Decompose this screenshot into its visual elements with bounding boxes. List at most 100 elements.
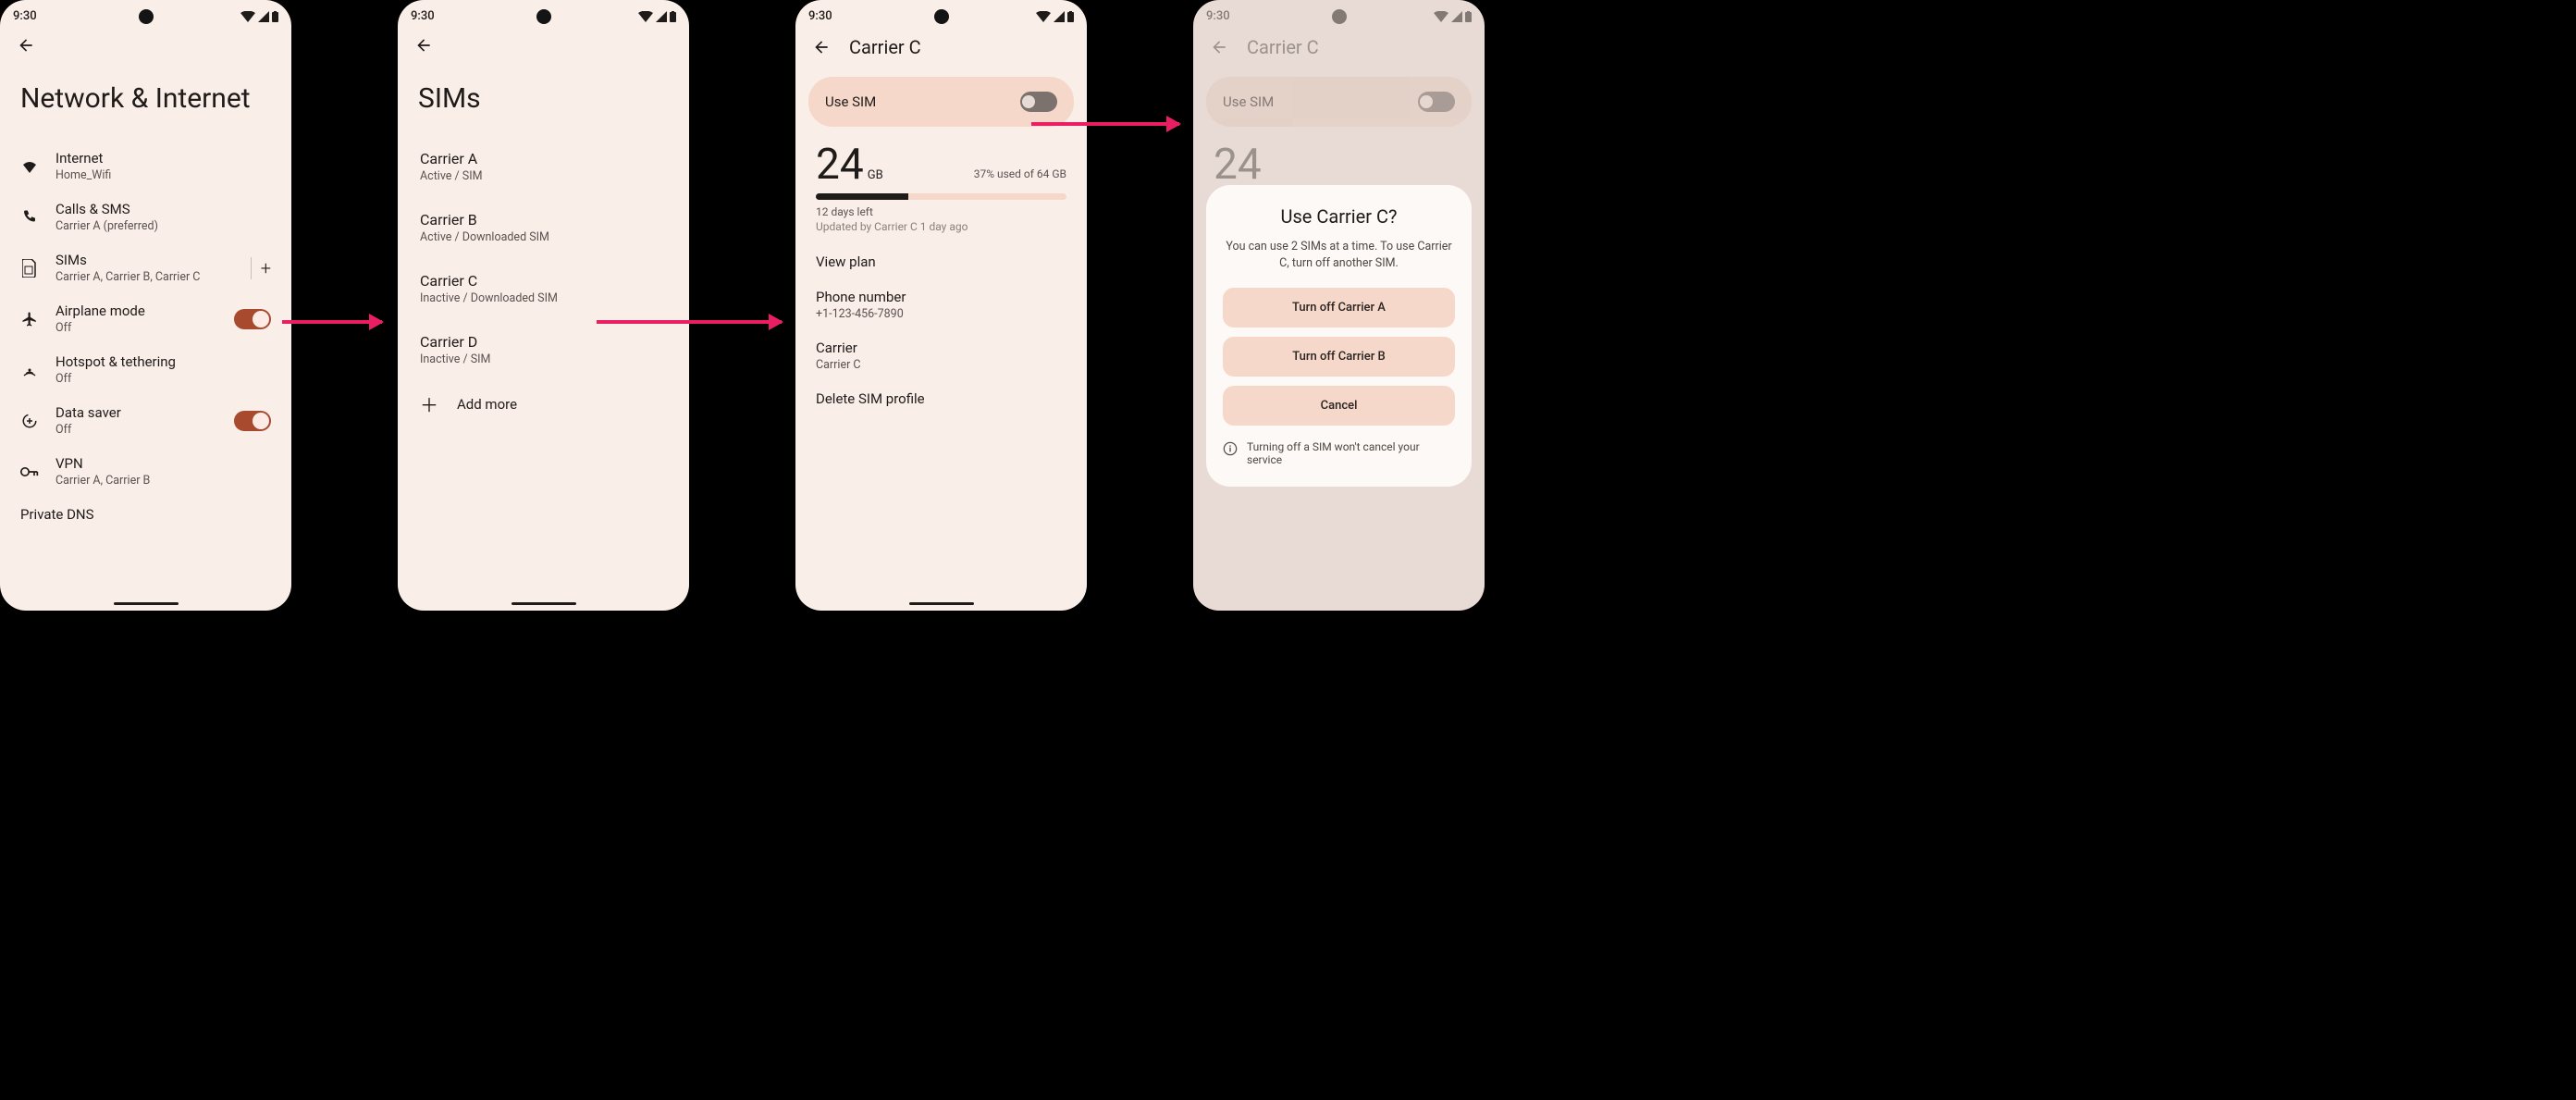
- data-used-text: 37% used of 64 GB: [974, 167, 1066, 180]
- carrier-item[interactable]: Carrier Carrier C: [795, 330, 1087, 381]
- view-plan-item[interactable]: View plan: [795, 244, 1087, 279]
- sim-item-carrier-b[interactable]: Carrier B Active / Downloaded SIM: [398, 202, 689, 253]
- item-calls-sms[interactable]: Calls & SMS Carrier A (preferred): [0, 192, 291, 242]
- add-more-button[interactable]: ＋ Add more: [398, 381, 689, 426]
- sim-item-carrier-c[interactable]: Carrier C Inactive / Downloaded SIM: [398, 263, 689, 315]
- appbar-title: Carrier C: [1247, 36, 1319, 58]
- item-label: Airplane mode: [55, 303, 217, 319]
- screen-network-internet: 9:30 Network & Internet Internet Home_Wi…: [0, 0, 291, 611]
- turn-off-carrier-a-button[interactable]: Turn off Carrier A: [1223, 288, 1455, 328]
- battery-icon: [1465, 11, 1472, 22]
- airplane-toggle[interactable]: [234, 309, 271, 329]
- item-label: View plan: [816, 253, 1066, 270]
- sim-sub: Active / Downloaded SIM: [420, 230, 667, 244]
- back-icon[interactable]: [812, 38, 831, 56]
- sim-item-carrier-a[interactable]: Carrier A Active / SIM: [398, 141, 689, 192]
- dialog-title: Use Carrier C?: [1223, 205, 1455, 228]
- page-title: SIMs: [398, 64, 689, 141]
- screen-dialog: 9:30 Carrier C Use SIM 24 Use Carrier C?…: [1193, 0, 1485, 611]
- item-label: Calls & SMS: [55, 201, 271, 217]
- nav-handle[interactable]: [114, 602, 179, 605]
- phone-number-item[interactable]: Phone number +1-123-456-7890: [795, 279, 1087, 330]
- dialog-info-text: Turning off a SIM won't cancel your serv…: [1247, 440, 1455, 466]
- use-sim-card: Use SIM: [808, 77, 1074, 127]
- airplane-icon: [20, 311, 39, 328]
- item-sub: Carrier A (preferred): [55, 219, 271, 233]
- sim-sub: Active / SIM: [420, 169, 667, 183]
- item-label: Private DNS: [20, 506, 271, 523]
- hotspot-icon: [20, 362, 39, 378]
- updated-text: Updated by Carrier C 1 day ago: [816, 220, 1066, 233]
- item-label: Hotspot & tethering: [55, 353, 271, 370]
- status-time: 9:30: [13, 9, 37, 23]
- use-sim-toggle: [1418, 92, 1455, 112]
- camera-cutout: [934, 9, 949, 24]
- back-icon[interactable]: [414, 36, 433, 55]
- camera-cutout: [1332, 9, 1347, 24]
- data-progress: [816, 193, 1066, 200]
- screen-sims: 9:30 SIMs Carrier A Active / SIM Carrier…: [398, 0, 689, 611]
- status-time: 9:30: [1206, 9, 1230, 23]
- item-sub: Carrier C: [816, 358, 1066, 372]
- plus-icon: ＋: [420, 390, 438, 417]
- dialog-body: You can use 2 SIMs at a time. To use Car…: [1223, 239, 1455, 271]
- sim-sub: Inactive / Downloaded SIM: [420, 291, 667, 305]
- delete-sim-item[interactable]: Delete SIM profile: [795, 381, 1087, 416]
- nav-handle[interactable]: [909, 602, 974, 605]
- data-unit: GB: [868, 168, 883, 182]
- signal-icon: [656, 11, 667, 22]
- item-label: Delete SIM profile: [816, 390, 1066, 407]
- signal-icon: [1054, 11, 1065, 22]
- data-amount: 24: [1214, 140, 1262, 190]
- battery-icon: [670, 11, 676, 22]
- item-sims[interactable]: SIMs Carrier A, Carrier B, Carrier C +: [0, 242, 291, 293]
- sim-label: Carrier C: [420, 272, 667, 290]
- wifi-icon: [1434, 11, 1448, 22]
- item-hotspot[interactable]: Hotspot & tethering Off: [0, 344, 291, 395]
- vpn-icon: [20, 465, 39, 478]
- item-label: Internet: [55, 150, 271, 167]
- add-more-label: Add more: [457, 396, 517, 413]
- item-label: VPN: [55, 455, 271, 472]
- days-left: 12 days left: [816, 205, 1066, 218]
- use-carrier-dialog: Use Carrier C? You can use 2 SIMs at a t…: [1206, 185, 1472, 487]
- sim-label: Carrier A: [420, 150, 667, 167]
- back-icon: [1210, 38, 1228, 56]
- item-sub: Off: [55, 423, 217, 437]
- item-vpn[interactable]: VPN Carrier A, Carrier B: [0, 446, 291, 497]
- flow-arrow: [282, 320, 382, 324]
- wifi-icon: [1036, 11, 1051, 22]
- cancel-button[interactable]: Cancel: [1223, 386, 1455, 426]
- camera-cutout: [139, 9, 154, 24]
- item-data-saver[interactable]: Data saver Off: [0, 395, 291, 446]
- status-time: 9:30: [411, 9, 435, 23]
- phone-icon: [20, 209, 39, 226]
- item-sub: Home_Wifi: [55, 168, 271, 182]
- back-icon[interactable]: [17, 36, 35, 55]
- item-airplane[interactable]: Airplane mode Off: [0, 293, 291, 344]
- item-label: Phone number: [816, 289, 1066, 305]
- use-sim-card: Use SIM: [1206, 77, 1472, 127]
- use-sim-label: Use SIM: [825, 93, 876, 110]
- sim-label: Carrier D: [420, 333, 667, 351]
- data-usage-block: 24GB 37% used of 64 GB 12 days left Upda…: [795, 134, 1087, 237]
- nav-handle[interactable]: [512, 602, 576, 605]
- turn-off-carrier-b-button[interactable]: Turn off Carrier B: [1223, 337, 1455, 377]
- datasaver-toggle[interactable]: [234, 411, 271, 431]
- item-sub: +1-123-456-7890: [816, 307, 1066, 321]
- use-sim-toggle[interactable]: [1020, 92, 1057, 112]
- status-time: 9:30: [808, 9, 832, 23]
- item-sub: Carrier A, Carrier B, Carrier C: [55, 270, 234, 284]
- sim-icon: [20, 259, 39, 278]
- item-sub: Off: [55, 321, 217, 335]
- flow-arrow: [597, 320, 782, 324]
- item-private-dns[interactable]: Private DNS: [0, 497, 291, 523]
- item-sub: Carrier A, Carrier B: [55, 474, 271, 488]
- sim-item-carrier-d[interactable]: Carrier D Inactive / SIM: [398, 324, 689, 376]
- item-internet[interactable]: Internet Home_Wifi: [0, 141, 291, 192]
- wifi-icon: [240, 11, 255, 22]
- item-label: Carrier: [816, 340, 1066, 356]
- item-label: SIMs: [55, 252, 234, 268]
- add-sim-icon[interactable]: +: [261, 257, 271, 279]
- item-sub: Off: [55, 372, 271, 386]
